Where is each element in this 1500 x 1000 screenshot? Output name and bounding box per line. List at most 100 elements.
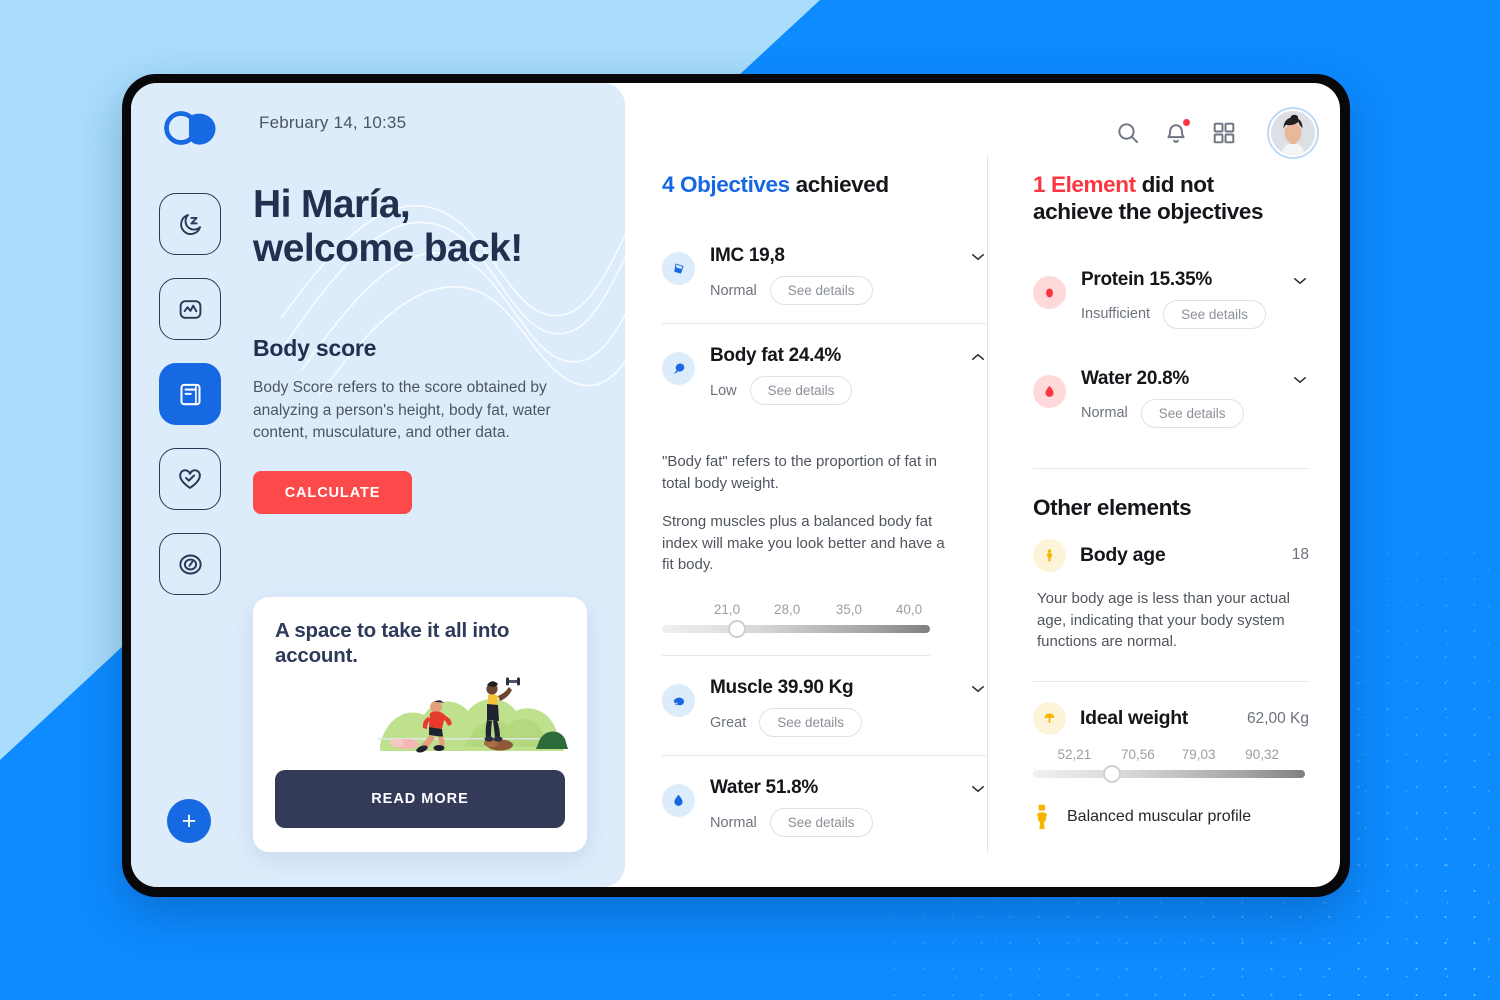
body-fat-slider[interactable]: 21,0 28,0 35,0 40,0 xyxy=(662,592,987,655)
weight-arrow-glyph-icon xyxy=(1044,713,1055,724)
ideal-weight-value: 62,00 Kg xyxy=(1246,709,1309,727)
metric-title: Protein 15.35% xyxy=(1081,268,1212,290)
slider-tick: 21,0 xyxy=(713,602,741,618)
avatar-image xyxy=(1271,111,1315,155)
avatar-photo-icon xyxy=(1271,111,1315,155)
see-details-button[interactable]: See details xyxy=(769,808,873,838)
see-details-button[interactable]: See details xyxy=(749,376,853,406)
body-age-label: Body age xyxy=(1080,543,1166,566)
chevron-down-icon[interactable] xyxy=(1291,371,1309,389)
water-glyph-icon xyxy=(674,794,683,807)
bmi-glyph-icon xyxy=(673,263,683,274)
body-fat-paragraph-1: "Body fat" refers to the proportion of f… xyxy=(662,453,937,493)
metric-row-body-fat[interactable]: Body fat 24.4% Low See details xyxy=(662,324,987,423)
achieved-heading: 4 Objectives achieved xyxy=(662,171,987,198)
body-fat-paragraph-2: Strong muscles plus a balanced body fat … xyxy=(662,512,945,574)
metric-status-row: Low See details xyxy=(710,376,987,406)
metric-row-imc[interactable]: IMC 19,8 Normal See details xyxy=(662,224,987,323)
metric-status: Insufficient xyxy=(1081,306,1151,323)
metric-row-water[interactable]: Water 51.8% Normal See details xyxy=(662,756,987,855)
metric-row-water-low[interactable]: Water 20.8% Normal See details xyxy=(1033,347,1309,446)
chevron-up-icon[interactable] xyxy=(969,348,987,366)
left-panel: February 14, 10:35 + Hi María, welcome b… xyxy=(131,83,625,887)
not-achieved-heading-rest-1: did not xyxy=(1141,172,1215,197)
tablet-frame: February 14, 10:35 + Hi María, welcome b… xyxy=(122,74,1350,897)
body-fat-slider-ticks: 21,0 28,0 35,0 40,0 xyxy=(662,602,987,621)
metric-status-row: Insufficient See details xyxy=(1081,299,1309,329)
sidebar-item-sleep[interactable] xyxy=(159,193,221,255)
person-standing-icon xyxy=(1033,538,1066,572)
not-achieved-count: 1 Element xyxy=(1033,172,1136,197)
sidebar-item-heart[interactable] xyxy=(159,448,221,510)
metric-body: IMC 19,8 Normal See details xyxy=(710,245,987,306)
body-fat-slider-thumb[interactable] xyxy=(728,620,747,639)
see-details-button[interactable]: See details xyxy=(759,708,863,738)
slider-tick: 79,03 xyxy=(1181,747,1216,763)
ideal-weight-slider[interactable]: 52,21 70,56 79,03 90,32 xyxy=(1033,741,1309,788)
chevron-down-icon[interactable] xyxy=(969,248,987,266)
metric-row-protein[interactable]: Protein 15.35% Insufficient See details xyxy=(1033,248,1309,347)
see-details-button[interactable]: See details xyxy=(1163,299,1266,329)
weight-arrow-icon xyxy=(1033,702,1066,736)
gauge-icon xyxy=(178,554,202,574)
metric-body: Muscle 39.90 Kg Great See details xyxy=(710,677,987,738)
metric-status: Normal xyxy=(710,282,757,299)
notifications-button[interactable] xyxy=(1163,119,1190,146)
chevron-down-icon[interactable] xyxy=(969,680,987,698)
body-age-value: 18 xyxy=(1291,546,1309,564)
chevron-down-icon[interactable] xyxy=(969,780,987,798)
promo-card: A space to take it all into account. REA… xyxy=(253,597,587,852)
sidebar-item-report[interactable] xyxy=(159,363,221,425)
notification-dot xyxy=(1183,119,1190,126)
slider-tick: 52,21 xyxy=(1057,747,1092,763)
not-achieved-heading: 1 Element did not achieve the objectives xyxy=(1033,171,1309,226)
promo-illustration xyxy=(378,677,568,753)
metric-title: Body fat 24.4% xyxy=(710,345,841,367)
metric-status: Great xyxy=(710,714,747,731)
metric-status: Normal xyxy=(1081,405,1128,422)
body-age-row[interactable]: Body age 18 xyxy=(1033,527,1309,578)
not-achieved-heading-rest-2: achieve the objectives xyxy=(1033,199,1264,225)
metric-body: Protein 15.35% Insufficient See details xyxy=(1081,269,1309,329)
sidebar-item-activity[interactable] xyxy=(159,278,221,340)
tablet-screen: February 14, 10:35 + Hi María, welcome b… xyxy=(131,83,1340,887)
metric-row-muscle[interactable]: Muscle 39.90 Kg Great See details xyxy=(662,656,987,755)
report-document-icon xyxy=(179,383,201,405)
body-score-title: Body score xyxy=(253,334,377,361)
avatar[interactable] xyxy=(1267,107,1319,159)
promo-title: A space to take it all into account. xyxy=(275,619,510,667)
water-drop-icon xyxy=(662,784,695,818)
see-details-button[interactable]: See details xyxy=(769,276,873,306)
chevron-down-icon[interactable] xyxy=(1291,272,1309,290)
grid-icon[interactable] xyxy=(1211,120,1237,146)
body-fat-expanded-text: "Body fat" refers to the proportion of f… xyxy=(662,445,987,576)
ideal-weight-row[interactable]: Ideal weight 62,00 Kg xyxy=(1033,682,1309,741)
sidebar-item-gauge[interactable] xyxy=(159,533,221,595)
person-standing-glyph-icon xyxy=(1046,549,1053,562)
date-label: February 14, 10:35 xyxy=(259,113,407,132)
add-button[interactable]: + xyxy=(167,799,211,843)
see-details-button[interactable]: See details xyxy=(1140,398,1244,428)
metric-status-row: Normal See details xyxy=(1081,398,1309,428)
body-fat-slider-track[interactable] xyxy=(662,620,930,639)
body-score-description: Body Score refers to the score obtained … xyxy=(253,378,551,442)
ideal-weight-slider-thumb[interactable] xyxy=(1102,765,1121,784)
metric-status-row: Normal See details xyxy=(710,276,987,306)
water-drop-red-icon xyxy=(1033,374,1066,408)
bmi-scale-icon xyxy=(662,252,695,286)
slider-tick: 35,0 xyxy=(835,602,863,618)
calculate-button[interactable]: CALCULATE xyxy=(253,471,412,515)
sidebar-rail xyxy=(159,193,223,618)
read-more-button[interactable]: READ MORE xyxy=(275,770,565,828)
metric-title: Water 20.8% xyxy=(1081,367,1189,389)
topbar xyxy=(1115,107,1319,159)
ideal-weight-slider-ticks: 52,21 70,56 79,03 90,32 xyxy=(1033,747,1309,766)
brand-logo xyxy=(164,111,216,145)
ideal-weight-slider-track[interactable] xyxy=(1033,765,1305,784)
divider xyxy=(1033,467,1309,469)
muscular-profile-label: Balanced muscular profile xyxy=(1067,808,1252,826)
heart-icon xyxy=(179,469,201,489)
search-icon[interactable] xyxy=(1115,120,1141,146)
greeting-line-2: welcome back! xyxy=(253,227,523,271)
person-profile-icon xyxy=(1037,804,1047,830)
